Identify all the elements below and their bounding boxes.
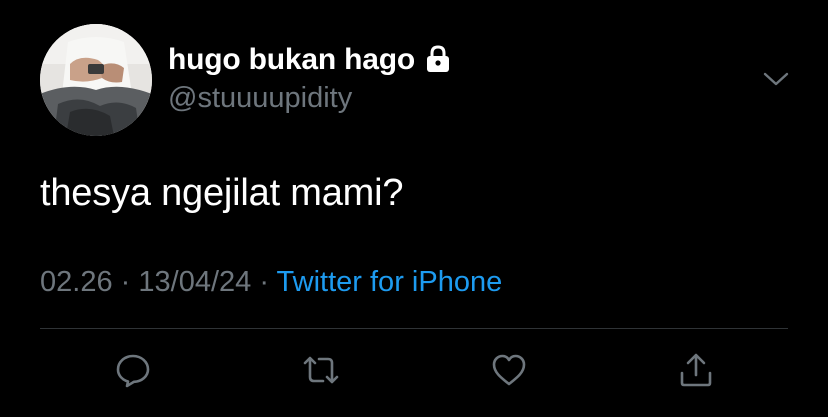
share-icon — [680, 353, 712, 387]
heart-icon — [492, 354, 526, 386]
tweet-text: thesya ngejilat mami? — [40, 172, 404, 214]
retweet-button[interactable] — [301, 350, 341, 390]
tweet-card: hugo bukan hago @stuuuupidity thesya nge… — [0, 0, 828, 417]
chevron-down-icon — [763, 72, 789, 86]
more-options-button[interactable] — [762, 66, 790, 90]
display-name[interactable]: hugo bukan hago — [168, 43, 415, 77]
share-button[interactable] — [676, 350, 716, 390]
divider — [40, 328, 788, 329]
reply-button[interactable] — [113, 350, 153, 390]
reply-icon — [116, 354, 150, 388]
tweet-source-link[interactable]: Twitter for iPhone — [277, 266, 503, 298]
username-handle[interactable]: @stuuuupidity — [168, 82, 352, 115]
lock-icon — [425, 44, 451, 78]
avatar[interactable] — [40, 24, 152, 136]
tweet-meta: 02.26 · 13/04/24 · Twitter for iPhone — [40, 266, 502, 299]
display-name-row[interactable]: hugo bukan hago — [168, 42, 451, 78]
like-button[interactable] — [489, 350, 529, 390]
retweet-icon — [303, 356, 339, 384]
meta-separator: · — [259, 266, 269, 298]
tweet-date[interactable]: 13/04/24 — [138, 266, 251, 298]
tweet-time[interactable]: 02.26 — [40, 266, 113, 298]
avatar-image — [40, 24, 152, 136]
meta-separator: · — [120, 266, 131, 298]
